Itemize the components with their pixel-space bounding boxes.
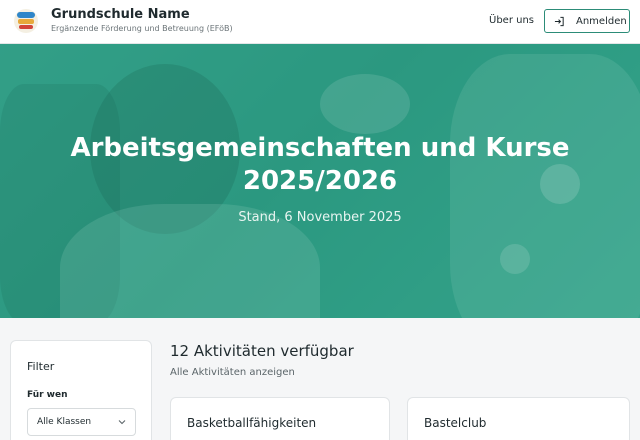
school-subtitle: Ergänzende Förderung und Betreuung (EFöB… [51,24,233,33]
hero-title-line2: 2025/2026 [242,166,398,196]
logo-stripe-red [19,25,33,29]
sign-in-icon [554,16,564,27]
logo-stripe-blue [17,12,35,18]
activity-card-title: Bastelclub [424,416,487,430]
hero-title-line1: Arbeitsgemeinschaften und Kurse [70,133,570,163]
hero-title: Arbeitsgemeinschaften und Kurse 2025/202… [20,132,620,198]
class-select[interactable]: Alle Klassen [27,408,136,436]
class-select-value: Alle Klassen [37,417,92,427]
show-all-link[interactable]: Alle Aktivitäten anzeigen [170,367,295,378]
activity-count-title: 12 Aktivitäten verfügbar [170,342,354,360]
activity-card[interactable]: Bastelclub [407,397,630,440]
activity-card[interactable]: Basketballfähigkeiten [170,397,390,440]
filter-panel: Filter Für wen Alle Klassen [10,340,152,440]
site-header: Grundschule Name Ergänzende Förderung un… [0,0,640,44]
filter-title: Filter [27,360,55,373]
for-whom-label: Für wen [27,390,68,400]
nav-about-link[interactable]: Über uns [489,15,534,26]
chevron-down-icon [118,420,126,425]
school-logo-icon[interactable] [14,9,38,33]
hero-banner: Arbeitsgemeinschaften und Kurse 2025/202… [0,44,640,318]
activity-card-title: Basketballfähigkeiten [187,416,317,430]
logo-stripe-yellow [18,19,34,24]
school-name[interactable]: Grundschule Name [51,7,190,22]
hero-subtitle: Stand, 6 November 2025 [238,210,402,225]
login-button[interactable]: Anmelden [544,9,630,33]
login-label: Anmelden [576,16,627,27]
